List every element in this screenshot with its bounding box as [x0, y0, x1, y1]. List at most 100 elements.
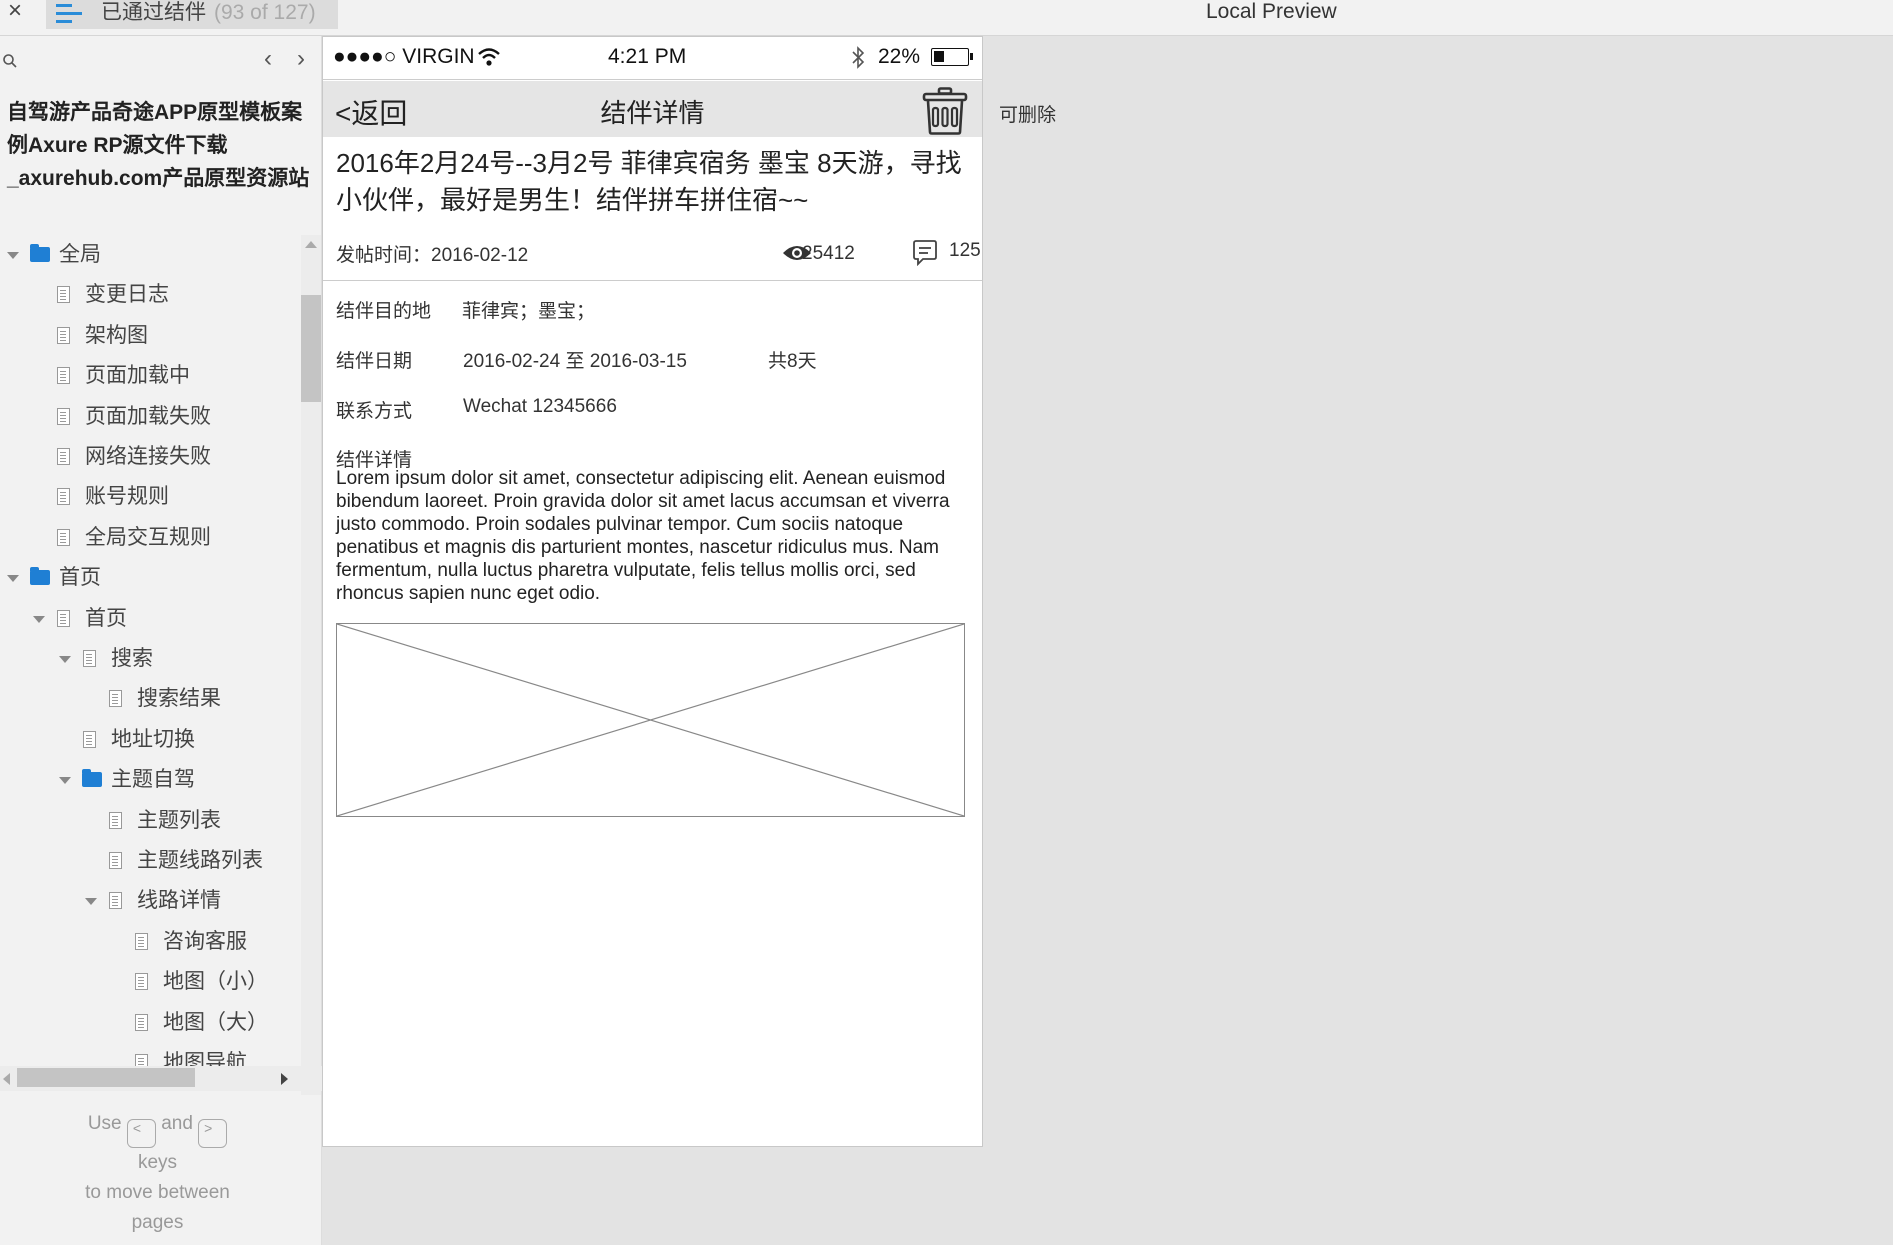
battery-percent: 22%: [878, 45, 921, 68]
tree-page[interactable]: 搜索结果: [0, 679, 300, 719]
prev-key-icon: <: [126, 1119, 156, 1148]
status-time: 4:21 PM: [608, 45, 687, 68]
page-icon: [109, 892, 122, 910]
folder-icon: [82, 769, 102, 788]
tree-page[interactable]: 地址切换: [0, 720, 300, 760]
tree-page[interactable]: 网络连接失败: [0, 437, 300, 477]
view-count: 25412: [802, 243, 855, 264]
tree-page[interactable]: 页面加载中: [0, 356, 300, 396]
keyboard-hint: Use < and > keys to move between pages: [85, 1113, 230, 1233]
page-icon: [57, 609, 70, 627]
contact-label: 联系方式: [336, 401, 413, 422]
vertical-scrollbar[interactable]: [301, 235, 321, 1095]
tree-page[interactable]: 主题线路列表: [0, 841, 300, 881]
detail-text: Lorem ipsum dolor sit amet, consectetur …: [336, 468, 950, 604]
expand-arrow-icon[interactable]: [33, 615, 45, 623]
tree-label: 页面加载失败: [85, 404, 211, 428]
tree-label: 全局: [59, 243, 101, 266]
tree-folder[interactable]: 全局: [0, 235, 300, 275]
tree-label: 地图（大）: [163, 1010, 268, 1034]
tree-page[interactable]: 线路详情: [0, 881, 300, 921]
current-page-tab[interactable]: 已通过结伴 (93 of 127): [46, 0, 338, 29]
tree-label: 主题线路列表: [137, 849, 263, 872]
contact-value: Wechat 12345666: [463, 396, 617, 417]
menu-icon[interactable]: [56, 4, 82, 24]
tree-label: 地址切换: [111, 727, 195, 751]
tree-label: 架构图: [85, 323, 148, 347]
tree-page[interactable]: 账号规则: [0, 477, 300, 517]
destination-label: 结伴目的地: [336, 301, 432, 322]
page-icon: [83, 650, 96, 667]
tree-label: 变更日志: [85, 283, 169, 307]
date-value: 2016-02-24 至 2016-03-15: [463, 351, 687, 372]
tree-label: 地图导航: [163, 1051, 247, 1067]
page-icon: [57, 407, 70, 425]
tree-page[interactable]: 搜索: [0, 639, 300, 679]
tree-page[interactable]: 架构图: [0, 316, 300, 356]
top-bar: × 已通过结伴 (93 of 127) Local Preview: [0, 0, 1893, 36]
tree-page[interactable]: 地图导航: [0, 1043, 300, 1067]
scroll-left-arrow-icon[interactable]: [3, 1073, 10, 1085]
scroll-thumb-horizontal[interactable]: [17, 1068, 195, 1087]
deletable-annotation: 可删除: [999, 105, 1057, 126]
comment-count: 125: [949, 240, 981, 261]
phone-preview: ●●●●○ VIRGIN 4:21 PM 22% 结伴详情 <返回 2016年2…: [322, 36, 983, 1147]
comment-icon[interactable]: [912, 240, 938, 266]
scroll-up-arrow-icon[interactable]: [305, 241, 317, 248]
tree-page[interactable]: 咨询客服: [0, 922, 300, 962]
expand-arrow-icon[interactable]: [85, 898, 97, 906]
tree-page[interactable]: 全局交互规则: [0, 518, 300, 558]
prev-page-button[interactable]: ‹: [258, 47, 278, 72]
battery-icon: [931, 48, 973, 66]
tree-label: 网络连接失败: [85, 445, 211, 468]
scroll-right-arrow-icon[interactable]: [281, 1073, 288, 1085]
tree-label: 首页: [85, 606, 127, 630]
wifi-icon: [478, 48, 500, 66]
page-icon: [57, 528, 70, 546]
destination-value: 菲律宾；墨宝；: [462, 301, 596, 322]
tree-page[interactable]: 主题列表: [0, 801, 300, 841]
close-icon[interactable]: ×: [4, 0, 26, 26]
bluetooth-icon: [852, 46, 865, 69]
nav-bar: 结伴详情 <返回: [323, 81, 982, 137]
tree-page[interactable]: 首页: [0, 599, 300, 639]
horizontal-scrollbar[interactable]: [0, 1066, 322, 1091]
page-counter: (93 of 127): [214, 1, 316, 24]
expand-arrow-icon[interactable]: [7, 575, 19, 583]
nav-title: 结伴详情: [600, 98, 705, 128]
page-icon: [135, 1013, 148, 1031]
post-title: 2016年2月24号--3月2号 菲律宾宿务 墨宝 8天游，寻找小伙伴，最好是男…: [336, 148, 962, 215]
tree-label: 地图（小）: [163, 970, 268, 994]
tree-page[interactable]: 地图（大）: [0, 1003, 300, 1043]
project-title: 自驾游产品奇途APP原型模板案例Axure RP源文件下载_axurehub.c…: [7, 101, 310, 190]
page-icon: [57, 286, 70, 304]
page-icon: [109, 690, 122, 708]
expand-arrow-icon[interactable]: [7, 252, 19, 259]
image-placeholder: [336, 623, 965, 817]
tree-page[interactable]: 地图（小）: [0, 962, 300, 1002]
tree-label: 主题自驾: [111, 768, 195, 792]
folder-icon: [30, 567, 50, 586]
page-icon: [109, 811, 122, 829]
tree-label: 主题列表: [137, 808, 221, 832]
scroll-thumb[interactable]: [301, 295, 321, 402]
tree-label: 账号规则: [85, 485, 169, 509]
tree-page[interactable]: 页面加载失败: [0, 397, 300, 437]
tree-label: 搜索结果: [137, 687, 221, 711]
tree-label: 页面加载中: [85, 364, 190, 388]
next-page-button[interactable]: ›: [291, 47, 311, 72]
next-key-icon: >: [198, 1119, 228, 1148]
expand-arrow-icon[interactable]: [59, 656, 71, 663]
sitemap-tree: 全局 变更日志 架构图 页面加载中 页面加载失败 网络连接失败 账号规则 全局交互规则 首页 首页…: [0, 235, 300, 1067]
status-bar: ●●●●○ VIRGIN 4:21 PM 22%: [323, 37, 982, 80]
search-icon[interactable]: [2, 53, 18, 69]
expand-arrow-icon[interactable]: [59, 777, 71, 785]
tree-folder[interactable]: 首页: [0, 558, 300, 598]
back-button[interactable]: <返回: [335, 92, 407, 132]
trash-icon[interactable]: [922, 87, 968, 135]
posted-label: 发帖时间：: [336, 245, 432, 266]
tree-folder[interactable]: 主题自驾: [0, 760, 300, 800]
tree-page[interactable]: 变更日志: [0, 275, 300, 315]
page-icon: [57, 448, 70, 465]
page-icon: [57, 367, 70, 385]
